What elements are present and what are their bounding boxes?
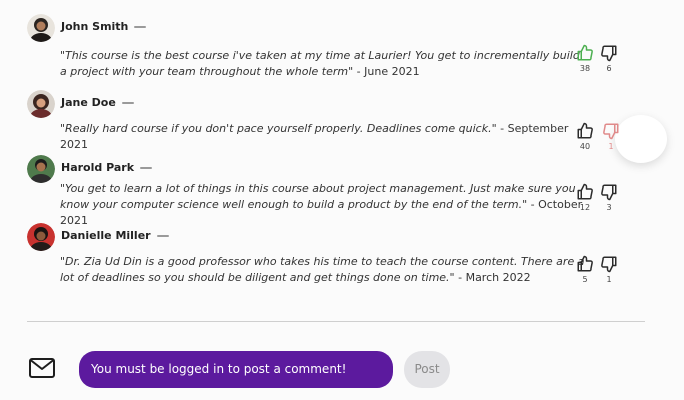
author-separator (140, 166, 153, 169)
post-button[interactable]: Post (404, 351, 450, 388)
comment-text: "This course is the best course i've tak… (60, 48, 585, 80)
thumbs-up-icon (577, 255, 593, 272)
dislike-button[interactable]: 6 (599, 44, 619, 73)
comment-date: - June 2021 (353, 65, 420, 78)
author-separator (121, 101, 134, 104)
comment-quote: "You get to learn a lot of things in thi… (60, 182, 576, 211)
like-button[interactable]: 40 (575, 122, 595, 151)
author-separator (156, 234, 169, 237)
author-name: Jane Doe (61, 96, 116, 109)
thumbs-down-icon (603, 123, 619, 140)
like-button[interactable]: 12 (575, 183, 595, 212)
comment-input[interactable]: You must be logged in to post a comment! (79, 351, 393, 388)
dislike-count: 6 (606, 64, 612, 73)
thumbs-up-icon (577, 44, 593, 61)
dislike-button[interactable]: 1 (601, 122, 621, 151)
dislike-button[interactable]: 3 (599, 183, 619, 212)
vote-controls: 38 6 (575, 44, 623, 84)
dislike-count: 1 (608, 142, 614, 151)
like-count: 40 (579, 142, 591, 151)
dislike-button[interactable]: 1 (599, 255, 619, 284)
mail-icon[interactable] (28, 357, 56, 379)
dislike-count: 1 (606, 275, 612, 284)
avatar (27, 155, 55, 183)
thumbs-down-icon (601, 184, 617, 201)
vote-controls: 12 3 (575, 183, 623, 223)
author-name: John Smith (61, 20, 129, 33)
comment-date: - March 2022 (454, 271, 531, 284)
comment-quote: "Really hard course if you don't pace yo… (60, 122, 497, 135)
comment-quote: "This course is the best course i've tak… (60, 49, 580, 78)
thumbs-up-icon (577, 122, 593, 139)
divider (27, 321, 645, 322)
dislike-count: 3 (606, 203, 612, 212)
course-comments-page: John Smith "This course is the best cour… (0, 0, 684, 400)
comment-text: "You get to learn a lot of things in thi… (60, 181, 585, 229)
like-count: 5 (582, 275, 588, 284)
vote-controls: 40 1 (575, 122, 623, 162)
author-separator (134, 25, 147, 28)
author-name: Danielle Miller (61, 229, 151, 242)
like-button[interactable]: 5 (575, 255, 595, 284)
avatar (27, 90, 55, 118)
thumbs-up-icon (577, 183, 593, 200)
author-name: Harold Park (61, 161, 135, 174)
thumbs-down-icon (601, 45, 617, 62)
comment-text: "Dr. Zia Ud Din is a good professor who … (60, 254, 585, 286)
like-button[interactable]: 38 (575, 44, 595, 73)
thumbs-down-icon (601, 256, 617, 273)
like-count: 12 (579, 203, 591, 212)
comment-text: "Really hard course if you don't pace yo… (60, 121, 585, 153)
avatar (27, 14, 55, 42)
vote-controls: 5 1 (575, 255, 623, 295)
like-count: 38 (579, 64, 591, 73)
avatar (27, 223, 55, 251)
